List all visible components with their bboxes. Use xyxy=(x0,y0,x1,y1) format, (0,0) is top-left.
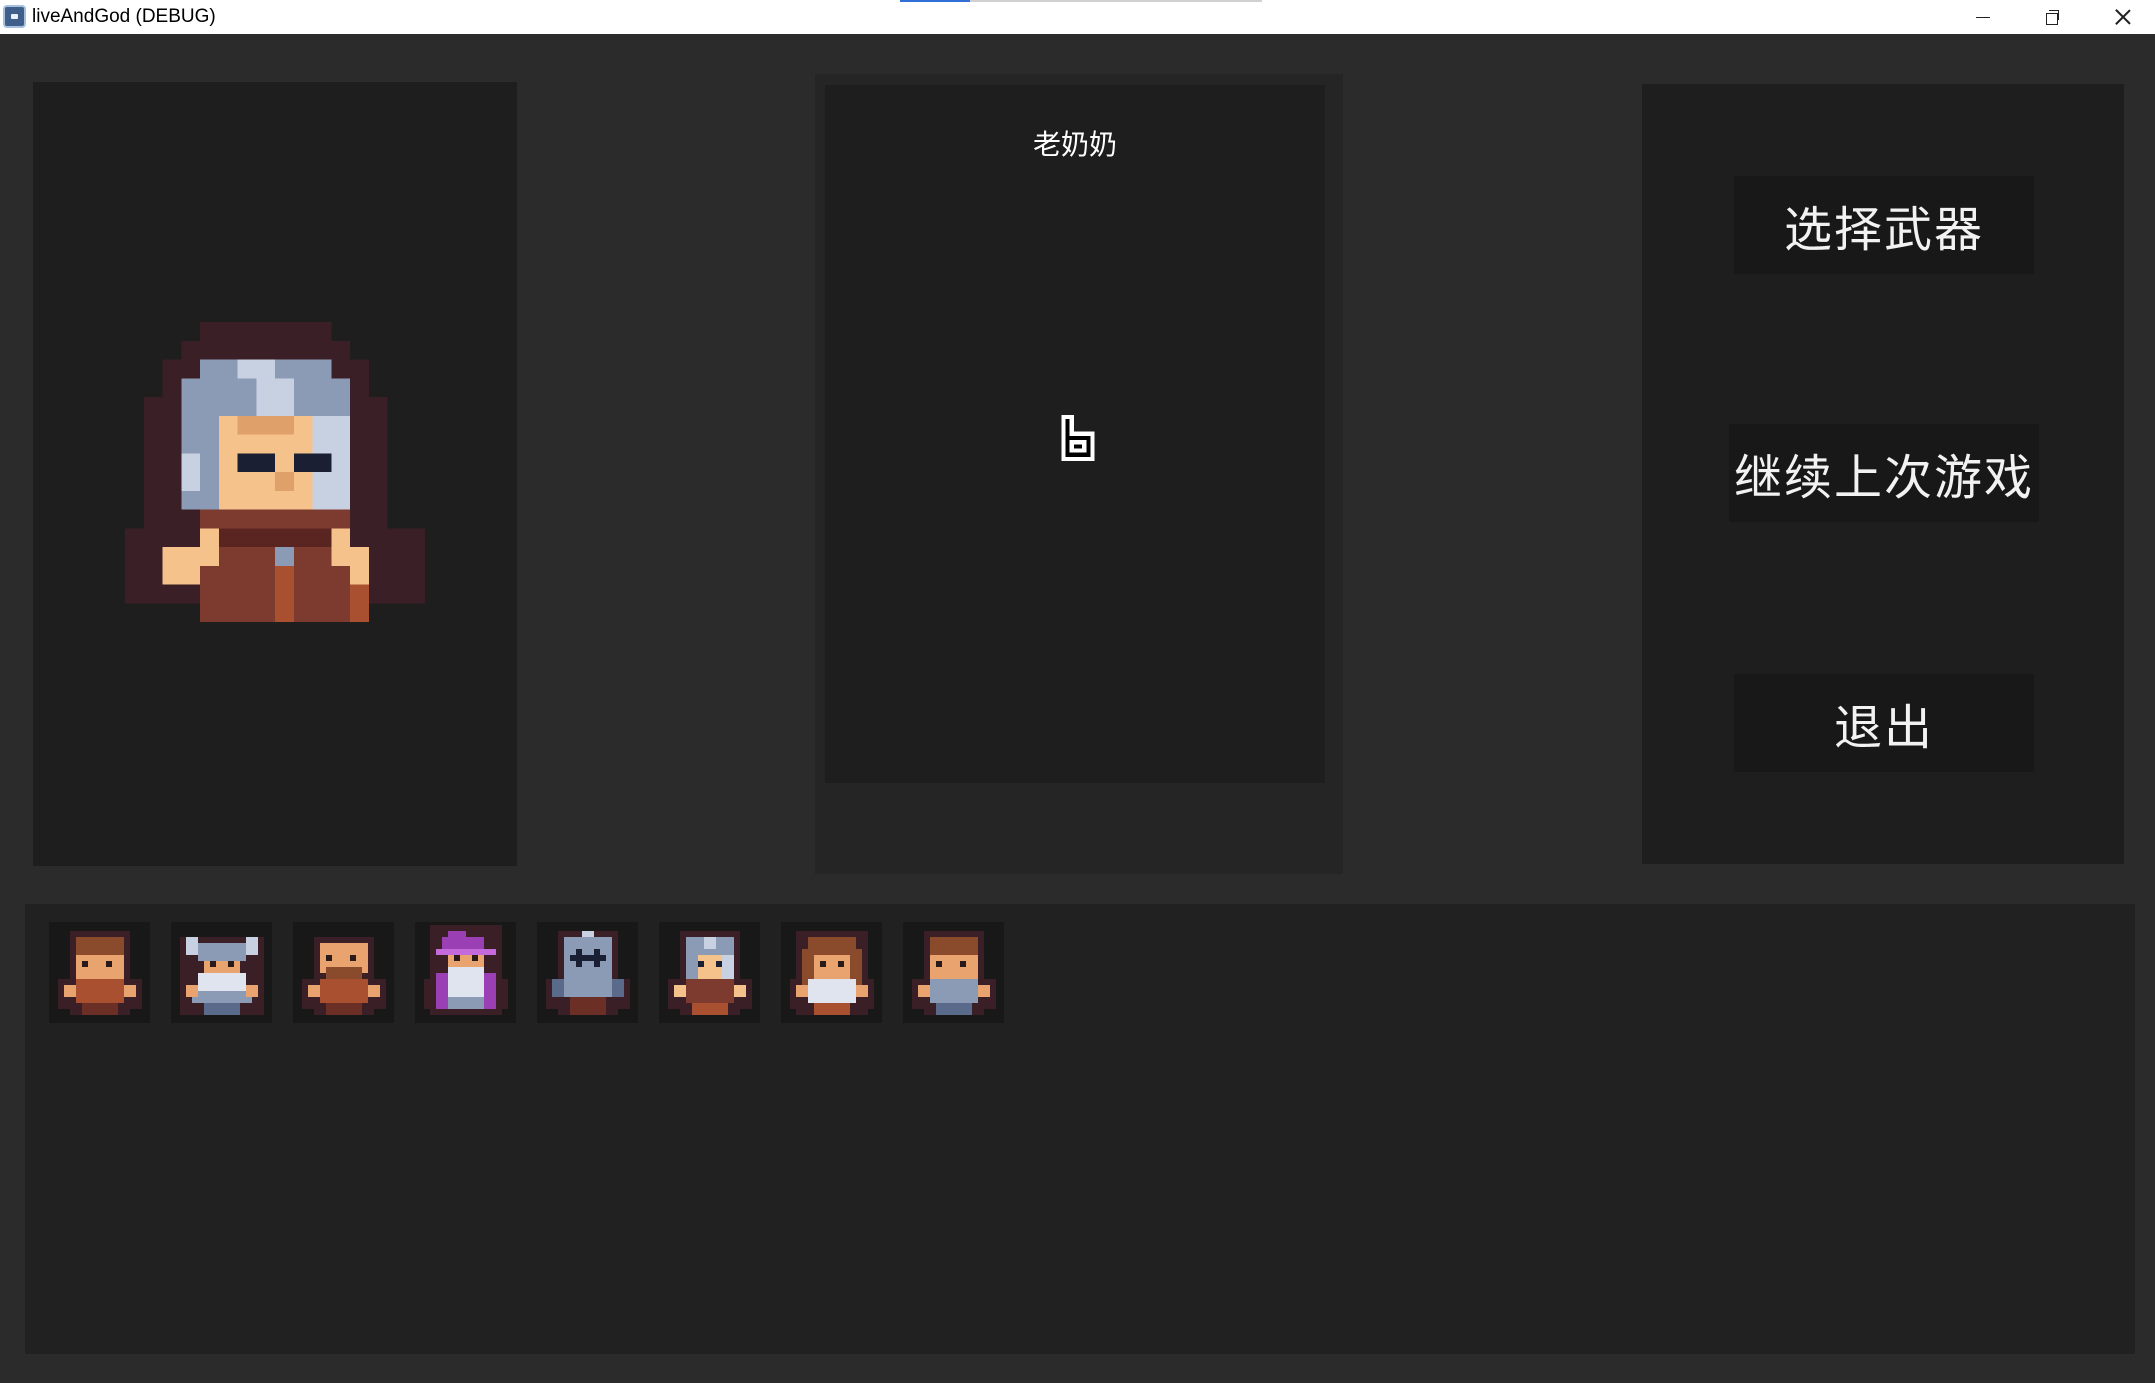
character-info-panel: 老奶奶 xyxy=(815,74,1343,874)
character-roster-panel xyxy=(25,904,2135,1354)
close-icon xyxy=(2115,9,2131,25)
main-menu-panel: 选择武器 继续上次游戏 退出 xyxy=(1642,84,2124,864)
brown-hair-villager-icon xyxy=(57,930,142,1015)
exit-button[interactable]: 退出 xyxy=(1734,674,2034,772)
roster-slot-villager[interactable] xyxy=(49,922,150,1023)
minimize-icon xyxy=(1976,16,1990,18)
godot-engine-icon xyxy=(3,5,26,28)
character-info-body: 老奶奶 xyxy=(825,85,1325,783)
roster-slot-girl[interactable] xyxy=(781,922,882,1023)
grey-hair-grandma-icon xyxy=(667,930,752,1015)
taskbar-indicator-track xyxy=(970,0,1262,2)
roster-slot-viking[interactable] xyxy=(171,922,272,1023)
bald-bearded-man-icon xyxy=(301,936,386,1015)
old-grandma-portrait xyxy=(125,322,425,622)
close-button[interactable] xyxy=(2088,0,2155,34)
minimize-button[interactable] xyxy=(1948,0,2018,34)
roster-slot-boy[interactable] xyxy=(903,922,1004,1023)
brown-hair-boy-icon xyxy=(911,930,996,1015)
window-titlebar: liveAndGod (DEBUG) xyxy=(0,0,2155,34)
taskbar-indicator xyxy=(900,0,970,2)
horned-helmet-viking-icon xyxy=(179,936,264,1015)
roster-slot-grandma[interactable] xyxy=(659,922,760,1023)
roster-slot-bald-man[interactable] xyxy=(293,922,394,1023)
purple-wizard-icon xyxy=(423,924,508,1015)
roster-slot-wizard[interactable] xyxy=(415,922,516,1023)
mouse-cursor-icon xyxy=(1061,415,1095,461)
window-title: liveAndGod (DEBUG) xyxy=(32,6,216,27)
character-portrait-panel xyxy=(33,82,517,866)
brown-hair-girl-icon xyxy=(789,930,874,1015)
continue-game-button[interactable]: 继续上次游戏 xyxy=(1729,424,2039,522)
roster-slot-knight[interactable] xyxy=(537,922,638,1023)
character-name: 老奶奶 xyxy=(1032,128,1117,161)
armored-knight-icon xyxy=(545,930,630,1015)
character-roster-list xyxy=(49,922,1004,1023)
restore-icon xyxy=(2046,10,2060,25)
restore-button[interactable] xyxy=(2018,0,2088,34)
choose-weapon-button[interactable]: 选择武器 xyxy=(1734,176,2034,274)
